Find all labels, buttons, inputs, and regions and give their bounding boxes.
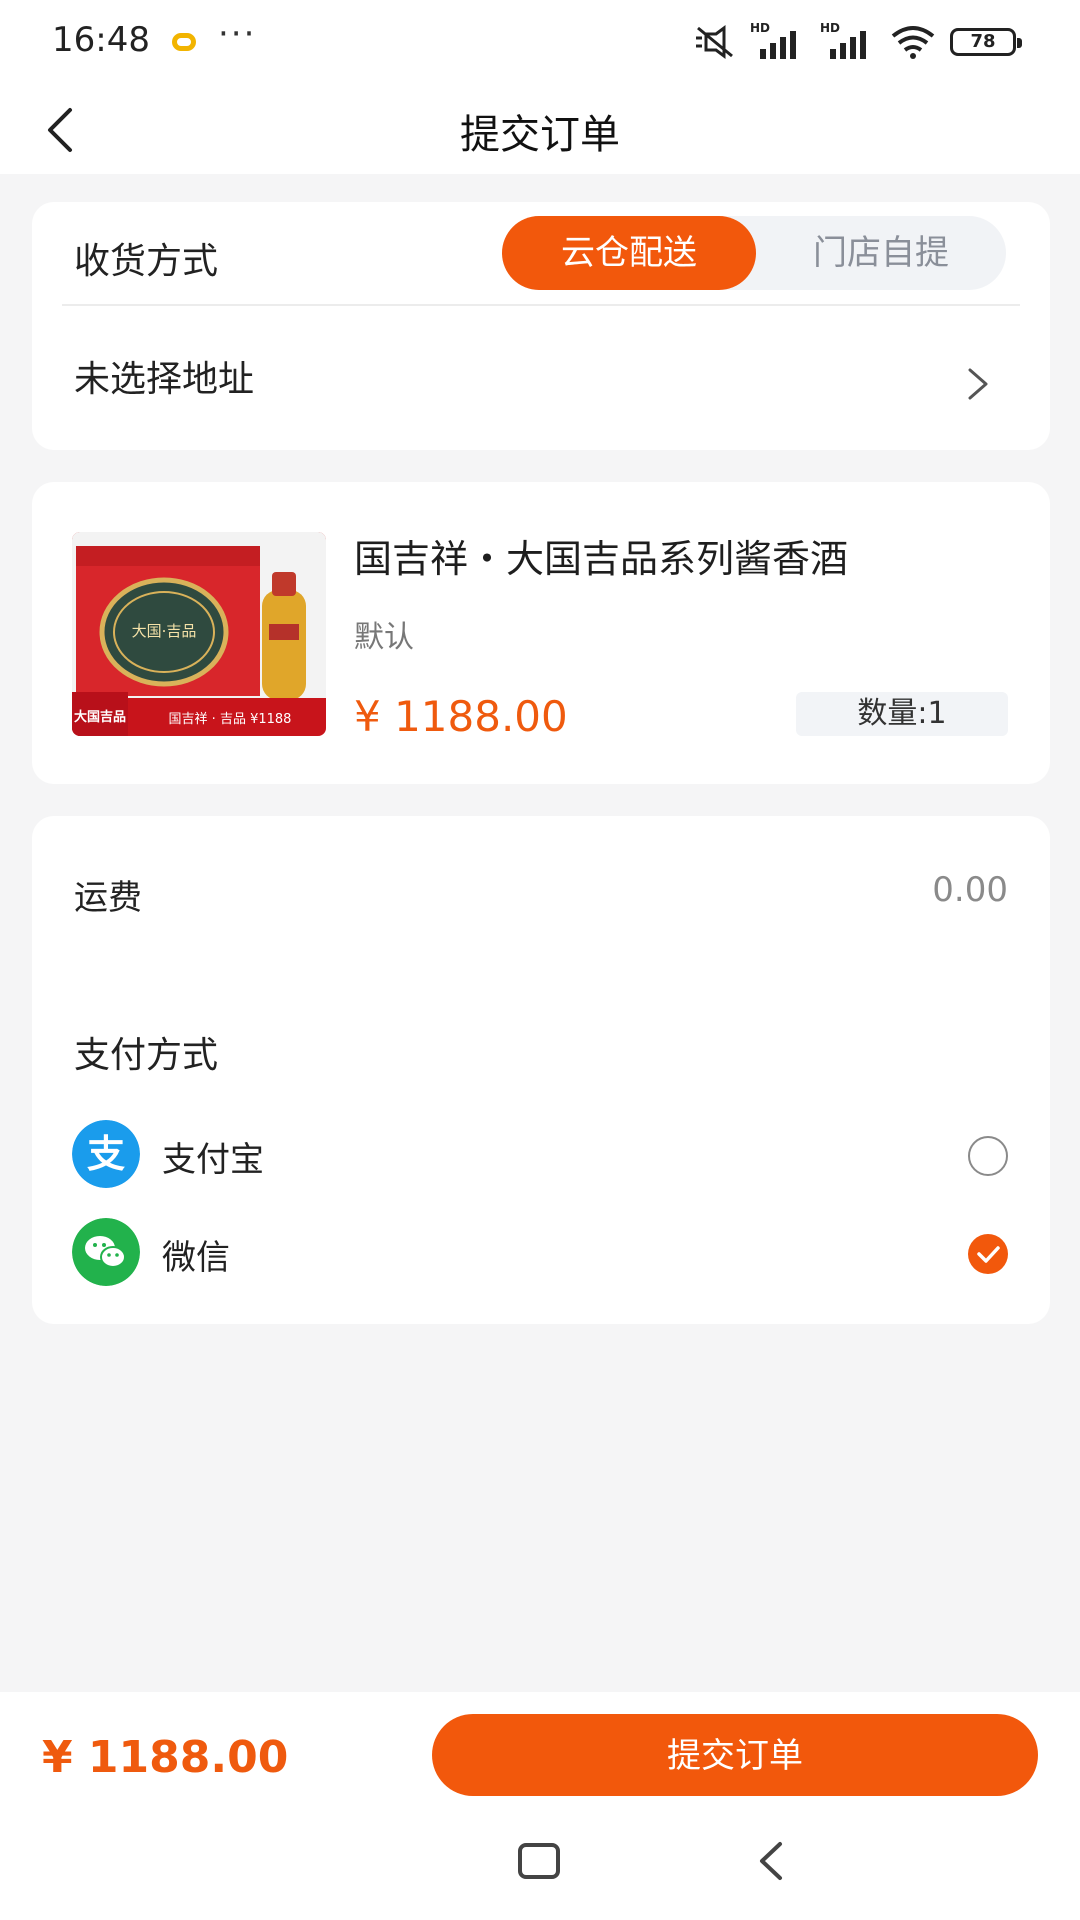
corner-tag: 大国吉品 [74, 709, 126, 725]
product-spec: 默认 [354, 620, 414, 655]
total-price: ¥ 1188.00 [42, 1732, 289, 1783]
check-icon [977, 1246, 1000, 1263]
tab-cloud-delivery[interactable]: 云仓配送 [502, 216, 756, 290]
payment-card: 运费 0.00 支付方式 支 支付宝 微信 [32, 816, 1050, 1324]
shipping-fee-value: 0.00 [932, 870, 1008, 910]
payment-option-wechat[interactable]: 微信 [32, 1212, 1050, 1292]
status-time: 16:48 [52, 20, 150, 60]
quantity-badge: 数量:1 [796, 692, 1008, 736]
status-icons: HD HD 78 [692, 21, 1022, 62]
delivery-method-toggle: 云仓配送 门店自提 [502, 216, 1006, 290]
svg-text:支: 支 [87, 1132, 125, 1176]
product-image[interactable]: 大国·吉品 大国吉品 国吉祥 · 吉品 ¥1188 [72, 532, 326, 736]
product-title: 国吉祥・大国吉品系列酱香酒 [354, 537, 849, 581]
product-card: 大国·吉品 大国吉品 国吉祥 · 吉品 ¥1188 国吉祥・大国吉品系列酱香酒 … [32, 482, 1050, 784]
payment-method-heading: 支付方式 [74, 1035, 219, 1076]
signal-icon-2: HD [820, 21, 876, 59]
delivery-method-label: 收货方式 [74, 241, 219, 282]
battery-icon: 78 [950, 28, 1022, 56]
recent-apps-button[interactable] [276, 1836, 336, 1886]
alipay-label: 支付宝 [162, 1140, 264, 1180]
tab-store-pickup[interactable]: 门店自提 [756, 216, 1006, 290]
home-square-icon [518, 1843, 560, 1879]
menu-icon [276, 1836, 336, 1886]
delivery-card: 收货方式 云仓配送 门店自提 未选择地址 [32, 202, 1050, 450]
system-navigation-bar [0, 1832, 1080, 1892]
box-label: 大国·吉品 [132, 622, 197, 640]
home-button[interactable] [510, 1836, 570, 1886]
address-selector[interactable]: 未选择地址 [32, 306, 1050, 450]
alipay-radio[interactable] [968, 1136, 1008, 1176]
product-price: ¥ 1188.00 [354, 692, 568, 741]
nav-bar: 提交订单 [0, 84, 1080, 174]
system-back-button[interactable] [744, 1836, 804, 1886]
shipping-fee-label: 运费 [74, 878, 142, 918]
product-photo: 大国·吉品 大国吉品 国吉祥 · 吉品 ¥1188 [72, 532, 326, 736]
wifi-icon [891, 26, 935, 59]
submit-order-button[interactable]: 提交订单 [432, 1714, 1038, 1796]
wechat-label: 微信 [162, 1238, 230, 1278]
alipay-icon: 支 [72, 1120, 140, 1188]
app-notification-icon [172, 33, 196, 51]
chevron-right-icon [968, 368, 988, 400]
bottom-bar: ¥ 1188.00 提交订单 [0, 1692, 1080, 1920]
page-title: 提交订单 [460, 112, 620, 158]
wechat-radio[interactable] [968, 1234, 1008, 1274]
image-caption: 国吉祥 · 吉品 ¥1188 [169, 712, 292, 727]
more-notifications-icon: ··· [218, 14, 257, 54]
mute-icon [696, 25, 733, 59]
address-placeholder: 未选择地址 [74, 359, 255, 400]
back-triangle-icon [760, 1842, 782, 1880]
payment-option-alipay[interactable]: 支 支付宝 [32, 1114, 1050, 1194]
status-bar: 16:48 ··· HD HD 78 [0, 0, 1080, 84]
wechat-icon [72, 1218, 140, 1286]
signal-icon: HD [750, 21, 806, 59]
